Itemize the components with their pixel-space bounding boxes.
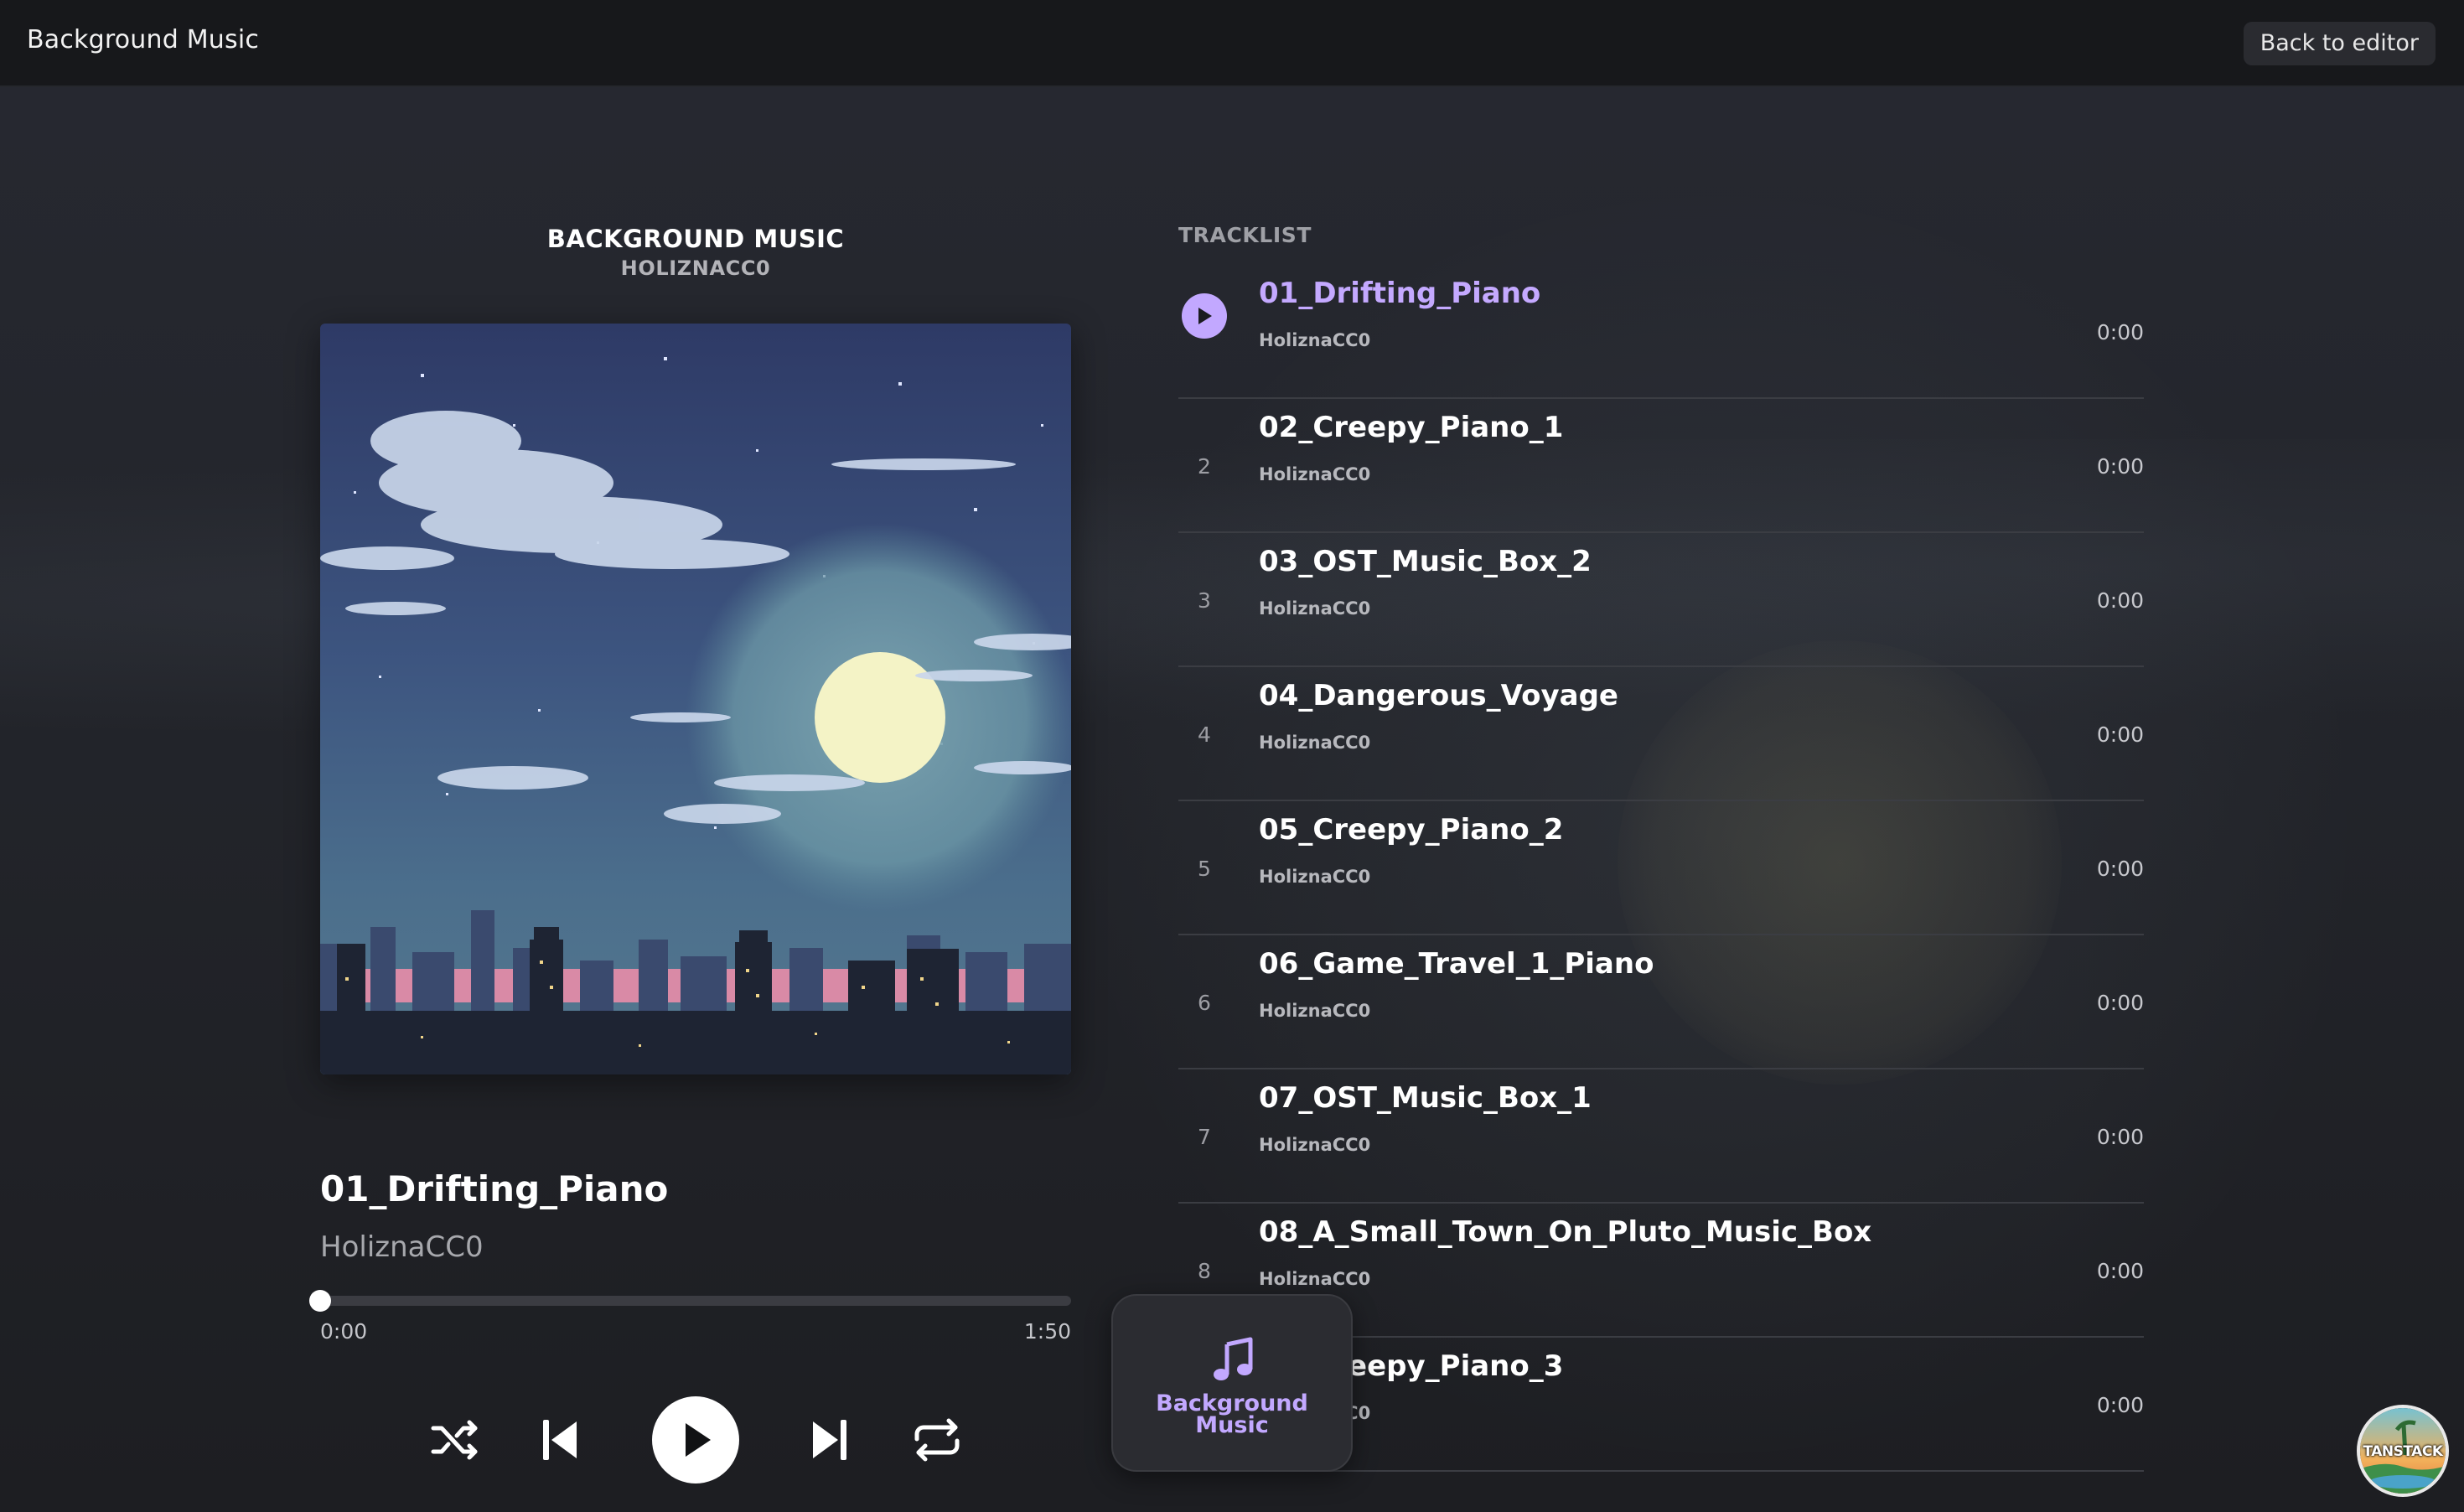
repeat-icon bbox=[914, 1418, 960, 1462]
play-button[interactable] bbox=[652, 1396, 739, 1484]
track-duration: 0:00 bbox=[2096, 453, 2144, 479]
repeat-button[interactable] bbox=[910, 1415, 964, 1465]
devtools-toggle-button[interactable]: TANSTACK bbox=[2357, 1405, 2449, 1497]
track-row[interactable]: 01_Drifting_Piano HoliznaCC0 0:00 bbox=[1178, 265, 2144, 399]
devtools-label: TANSTACK bbox=[2363, 1443, 2444, 1460]
track-number: 6 bbox=[1198, 990, 1211, 1015]
tracklist-heading: TRACKLIST bbox=[1178, 223, 1312, 247]
track-artist: HoliznaCC0 bbox=[1259, 1269, 1371, 1289]
track-row[interactable]: 7 07_OST_Music_Box_1 HoliznaCC0 0:00 bbox=[1178, 1069, 2144, 1204]
current-time: 0:00 bbox=[320, 1319, 368, 1344]
track-number: 4 bbox=[1198, 722, 1211, 747]
track-duration: 0:00 bbox=[2096, 1392, 2144, 1417]
track-artist: HoliznaCC0 bbox=[1259, 598, 1371, 619]
now-playing-artist: HoliznaCC0 bbox=[320, 1230, 484, 1264]
play-icon bbox=[686, 1423, 711, 1457]
skip-forward-icon bbox=[813, 1420, 846, 1460]
track-row[interactable]: 5 05_Creepy_Piano_2 HoliznaCC0 0:00 bbox=[1178, 801, 2144, 935]
skip-back-icon bbox=[543, 1420, 577, 1460]
track-title: 08_A_Small_Town_On_Pluto_Music_Box bbox=[1259, 1215, 1872, 1249]
track-number: 3 bbox=[1198, 588, 1211, 613]
track-duration: 0:00 bbox=[2096, 856, 2144, 881]
progress-bar[interactable] bbox=[309, 1290, 1071, 1312]
track-artist: HoliznaCC0 bbox=[1259, 867, 1371, 887]
track-artist: HoliznaCC0 bbox=[1259, 1135, 1371, 1155]
track-row[interactable]: 4 04_Dangerous_Voyage HoliznaCC0 0:00 bbox=[1178, 667, 2144, 801]
shuffle-button[interactable] bbox=[427, 1415, 483, 1465]
progress-knob[interactable] bbox=[309, 1290, 331, 1312]
track-duration: 0:00 bbox=[2096, 990, 2144, 1015]
album-cover-art bbox=[320, 324, 1071, 1074]
track-title: 01_Drifting_Piano bbox=[1259, 277, 1541, 310]
track-title: 03_OST_Music_Box_2 bbox=[1259, 545, 1592, 578]
track-title: 04_Dangerous_Voyage bbox=[1259, 679, 1618, 712]
track-title: 06_Game_Travel_1_Piano bbox=[1259, 947, 1654, 981]
track-duration: 0:00 bbox=[2096, 1124, 2144, 1149]
album-artist: HOLIZNACC0 bbox=[620, 256, 771, 280]
background-music-card[interactable]: Background Music bbox=[1111, 1294, 1353, 1472]
track-title: 02_Creepy_Piano_1 bbox=[1259, 411, 1564, 444]
back-to-editor-button[interactable]: Back to editor bbox=[2243, 22, 2436, 65]
music-note-icon bbox=[1214, 1337, 1253, 1380]
track-artist: HoliznaCC0 bbox=[1259, 1001, 1371, 1021]
track-duration: 0:00 bbox=[2096, 722, 2144, 747]
track-row[interactable]: 2 02_Creepy_Piano_1 HoliznaCC0 0:00 bbox=[1178, 399, 2144, 533]
track-row[interactable]: 6 06_Game_Travel_1_Piano HoliznaCC0 0:00 bbox=[1178, 935, 2144, 1069]
track-title: 05_Creepy_Piano_2 bbox=[1259, 813, 1564, 847]
track-number: 5 bbox=[1198, 856, 1211, 881]
track-duration: 0:00 bbox=[2096, 319, 2144, 344]
page-title: Background Music bbox=[27, 25, 260, 54]
background-music-card-label: Background Music bbox=[1156, 1390, 1308, 1438]
track-artist: HoliznaCC0 bbox=[1259, 464, 1371, 484]
track-artist: HoliznaCC0 bbox=[1259, 733, 1371, 753]
next-track-button[interactable] bbox=[806, 1413, 853, 1467]
now-playing-title: 01_Drifting_Piano bbox=[320, 1168, 669, 1209]
play-icon bbox=[1198, 308, 1212, 324]
track-number: 2 bbox=[1198, 453, 1211, 479]
album-title: BACKGROUND MUSIC bbox=[546, 225, 845, 253]
track-duration: 0:00 bbox=[2096, 1258, 2144, 1283]
shuffle-icon bbox=[431, 1420, 478, 1460]
track-playing-icon[interactable] bbox=[1182, 293, 1227, 339]
track-number: 7 bbox=[1198, 1124, 1211, 1149]
track-duration: 0:00 bbox=[2096, 588, 2144, 613]
track-row[interactable]: 3 03_OST_Music_Box_2 HoliznaCC0 0:00 bbox=[1178, 533, 2144, 667]
total-time: 1:50 bbox=[1023, 1319, 1071, 1344]
previous-track-button[interactable] bbox=[536, 1413, 583, 1467]
album-cover bbox=[320, 324, 1071, 1074]
track-list: 01_Drifting_Piano HoliznaCC0 0:00 2 02_Creep… bbox=[1178, 265, 2144, 1472]
track-title: 07_OST_Music_Box_1 bbox=[1259, 1081, 1592, 1115]
top-bar: Background Music Back to editor bbox=[0, 0, 2464, 87]
track-artist: HoliznaCC0 bbox=[1259, 330, 1371, 350]
